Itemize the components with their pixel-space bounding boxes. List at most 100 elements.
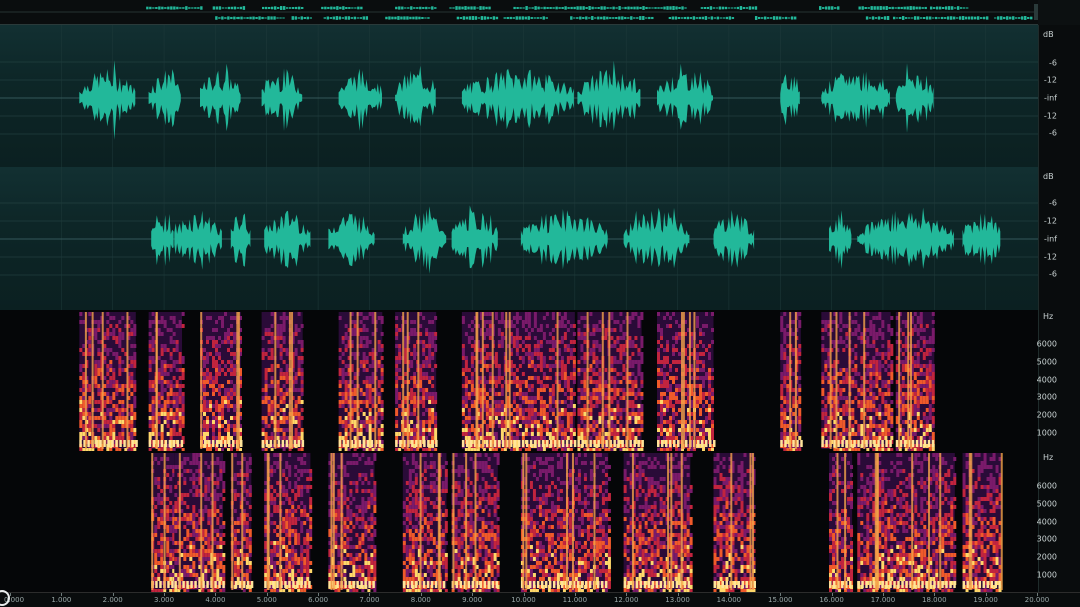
- overview-blip: [484, 16, 486, 19]
- spectrogram-cell: [669, 420, 672, 424]
- spectrogram-cell: [875, 408, 878, 412]
- spectrogram-cell: [103, 416, 106, 420]
- spectrogram-cell: [792, 404, 795, 408]
- spectrogram-cell: [398, 344, 401, 348]
- spectrogram-cell: [872, 420, 875, 424]
- spectrogram-cell: [410, 352, 413, 356]
- spectrogram-cell: [161, 428, 164, 432]
- track-1-spectrogram-panel[interactable]: [0, 310, 1038, 451]
- spectrogram-cell: [631, 392, 634, 396]
- spectrogram-cell: [398, 360, 401, 364]
- spectrogram-cell: [170, 436, 173, 440]
- spectrogram-cell: [783, 364, 786, 368]
- spectrogram-cell: [546, 376, 549, 380]
- spectrogram-cell: [366, 316, 369, 320]
- spectrogram-cell: [280, 392, 283, 396]
- spectrogram-cell: [280, 344, 283, 348]
- spectrogram-cell: [182, 392, 185, 396]
- spectrogram-cell: [573, 364, 576, 368]
- overview-blip: [681, 17, 683, 18]
- spectrogram-cell: [218, 392, 221, 396]
- overview-scroll-handle[interactable]: [1034, 4, 1038, 20]
- spectrogram-cell: [404, 432, 407, 436]
- spectrogram-cell: [79, 396, 82, 400]
- spectrogram-cell: [462, 412, 465, 416]
- spectrogram-cell: [780, 412, 783, 416]
- spectrogram-cell: [428, 356, 431, 360]
- spectrogram-cell: [404, 372, 407, 376]
- spectrogram-cell: [88, 312, 91, 316]
- spectrogram-cell: [780, 392, 783, 396]
- overview-blip: [660, 7, 662, 8]
- overview-blip: [558, 7, 560, 9]
- spectrogram-cell: [277, 412, 280, 416]
- spectrogram-cell: [824, 428, 827, 432]
- spectrogram-cell: [660, 400, 663, 404]
- spectrogram-cell: [468, 432, 471, 436]
- overview-blip: [258, 16, 260, 19]
- spectrogram-cell: [872, 316, 875, 320]
- formant-band: [589, 440, 592, 447]
- spectrogram-cell: [428, 396, 431, 400]
- spectrogram-cell: [622, 432, 625, 436]
- spectrogram-cell: [786, 384, 789, 388]
- overview-blip: [897, 7, 899, 9]
- spectrogram-cell: [869, 436, 872, 440]
- spectrogram-cell: [366, 336, 369, 340]
- spectrogram-cell: [869, 428, 872, 432]
- spectrogram-cell: [298, 420, 301, 424]
- spectrogram-cell: [595, 328, 598, 332]
- spectrogram-cell: [428, 392, 431, 396]
- spectrogram-cell: [613, 424, 616, 428]
- spectrogram-cell: [577, 332, 580, 336]
- spectrogram-cell: [519, 336, 522, 340]
- spectrogram-cell: [345, 392, 348, 396]
- spectrogram-cell: [577, 436, 580, 440]
- formant-band: [641, 440, 644, 447]
- spectrogram-cell: [369, 352, 372, 356]
- spectrogram-cell: [628, 404, 631, 408]
- overview-blip: [714, 17, 716, 18]
- spectrogram-cell: [277, 388, 280, 392]
- spectrogram-cell: [301, 428, 304, 432]
- formant-band: [498, 440, 501, 447]
- spectrogram-cell: [884, 412, 887, 416]
- spectrogram-cell: [97, 348, 100, 352]
- spectrogram-cell: [824, 408, 827, 412]
- spectrogram-cell: [537, 388, 540, 392]
- spectrogram-cell: [495, 376, 498, 380]
- spectrogram-cell: [360, 312, 363, 316]
- overview-blip: [481, 16, 483, 20]
- overview-blip: [678, 17, 680, 19]
- spectrogram-cell: [660, 428, 663, 432]
- spectrogram-cell: [468, 396, 471, 400]
- spectrogram-cell: [702, 380, 705, 384]
- spectrogram-cell: [663, 380, 666, 384]
- formant-band: [240, 440, 243, 447]
- track-1-waveform-panel[interactable]: [0, 25, 1038, 167]
- overview-blip: [493, 16, 495, 20]
- spectrogram-cell: [660, 368, 663, 372]
- overview-blip: [485, 7, 487, 9]
- spectrogram-cell: [133, 328, 136, 332]
- overview-blip: [194, 7, 196, 9]
- spectrogram-cell: [118, 372, 121, 376]
- spectrogram-cell: [839, 372, 842, 376]
- spectrogram-cell: [914, 428, 917, 432]
- spectrogram-cell: [106, 348, 109, 352]
- spectrogram-cell: [531, 356, 534, 360]
- spectrogram-cell: [842, 380, 845, 384]
- spectrogram-cell: [173, 360, 176, 364]
- spectrogram-cell: [398, 392, 401, 396]
- spectrogram-cell: [366, 420, 369, 424]
- spectrogram-cell: [839, 336, 842, 340]
- spectrogram-cell: [926, 416, 929, 420]
- spectrogram-cell: [345, 332, 348, 336]
- spectrogram-cell: [471, 376, 474, 380]
- overview-blip: [567, 7, 569, 9]
- spectrogram-cell: [106, 400, 109, 404]
- formant-band: [574, 440, 577, 447]
- track-2-waveform-panel[interactable]: [0, 167, 1038, 310]
- spectrogram-cell: [233, 388, 236, 392]
- overview-strip[interactable]: [0, 0, 1038, 25]
